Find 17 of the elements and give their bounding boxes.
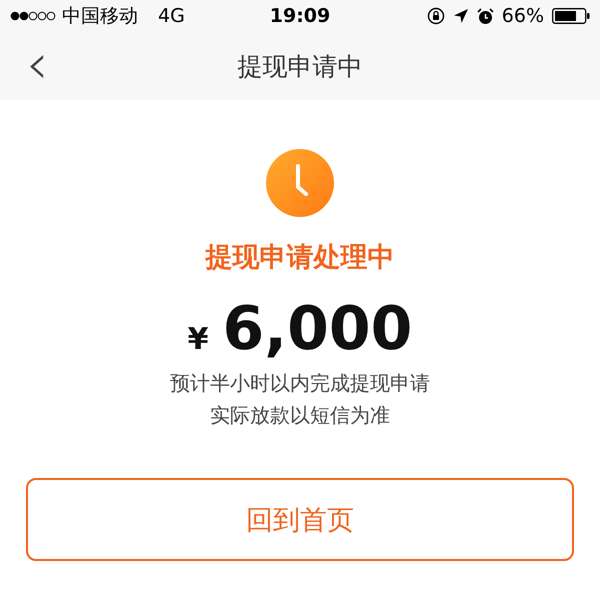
page-title: 提现申请中 [238,50,362,82]
status-heading: 提现申请处理中 [206,241,394,275]
amount-value: 6,000 [222,293,412,366]
network-type: 4G [158,5,185,27]
rotation-lock-icon [426,7,445,25]
signal-icon [10,11,56,21]
carrier-name: 中国移动 [62,4,138,29]
battery-percent: 66% [502,5,544,27]
clock-icon [266,149,334,217]
info-note: 预计半小时以内完成提现申请 [170,370,430,397]
alarm-clock-icon [476,8,494,24]
info-note: 实际放款以短信为准 [210,402,390,429]
battery-icon [552,8,590,24]
clock-time: 19:09 [270,5,330,27]
back-button[interactable]: ‹ [20,40,54,90]
location-arrow-icon [452,8,469,24]
currency-symbol: ¥ [188,322,209,357]
